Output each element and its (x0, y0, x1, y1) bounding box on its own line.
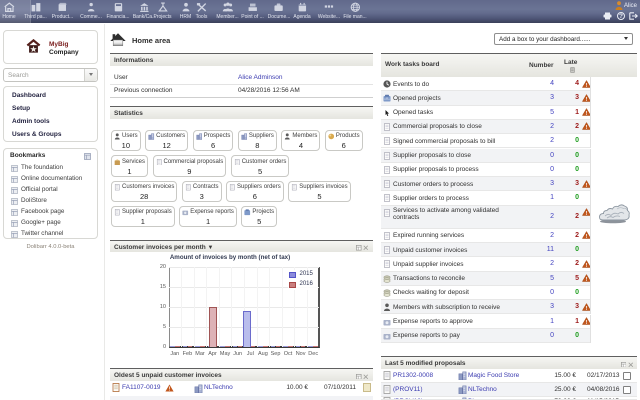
svg-text:!: ! (586, 277, 588, 282)
svg-text:!: ! (586, 320, 588, 325)
svg-text:!: ! (586, 111, 588, 116)
svg-text:!: ! (586, 82, 588, 87)
svg-text:!: ! (586, 182, 588, 187)
svg-text:!: ! (586, 97, 588, 102)
svg-text:!: ! (586, 211, 588, 216)
svg-text:!: ! (586, 125, 588, 130)
svg-text:!: ! (586, 234, 588, 239)
svg-text:!: ! (169, 387, 171, 392)
svg-text:!: ! (586, 305, 588, 310)
svg-text:!: ! (586, 263, 588, 268)
